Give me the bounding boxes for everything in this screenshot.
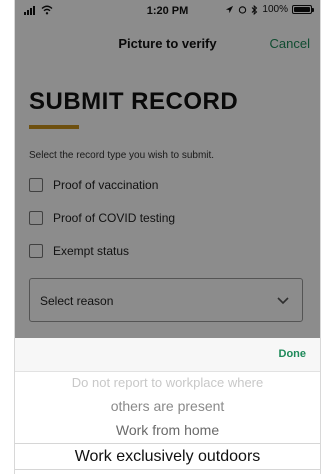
done-button[interactable]: Done: [279, 348, 307, 360]
picker-selection-line-top: [15, 443, 320, 444]
picker-option[interactable]: Work from home: [15, 422, 320, 438]
picker-toolbar: Done: [15, 338, 320, 372]
picker-selection-line-bottom: [15, 469, 320, 470]
phone-frame: 1:20 PM 100% Picture to verify Cancel SU…: [0, 0, 323, 474]
picker-sheet: Done Do not report to workplace where ot…: [15, 338, 320, 474]
picker-option-selected[interactable]: Work exclusively outdoors: [15, 448, 320, 466]
picker-option[interactable]: Do not report to workplace where: [15, 375, 320, 390]
modal-overlay[interactable]: [15, 0, 320, 338]
picker-option[interactable]: others are present: [15, 398, 320, 414]
app-screen: 1:20 PM 100% Picture to verify Cancel SU…: [15, 0, 320, 474]
